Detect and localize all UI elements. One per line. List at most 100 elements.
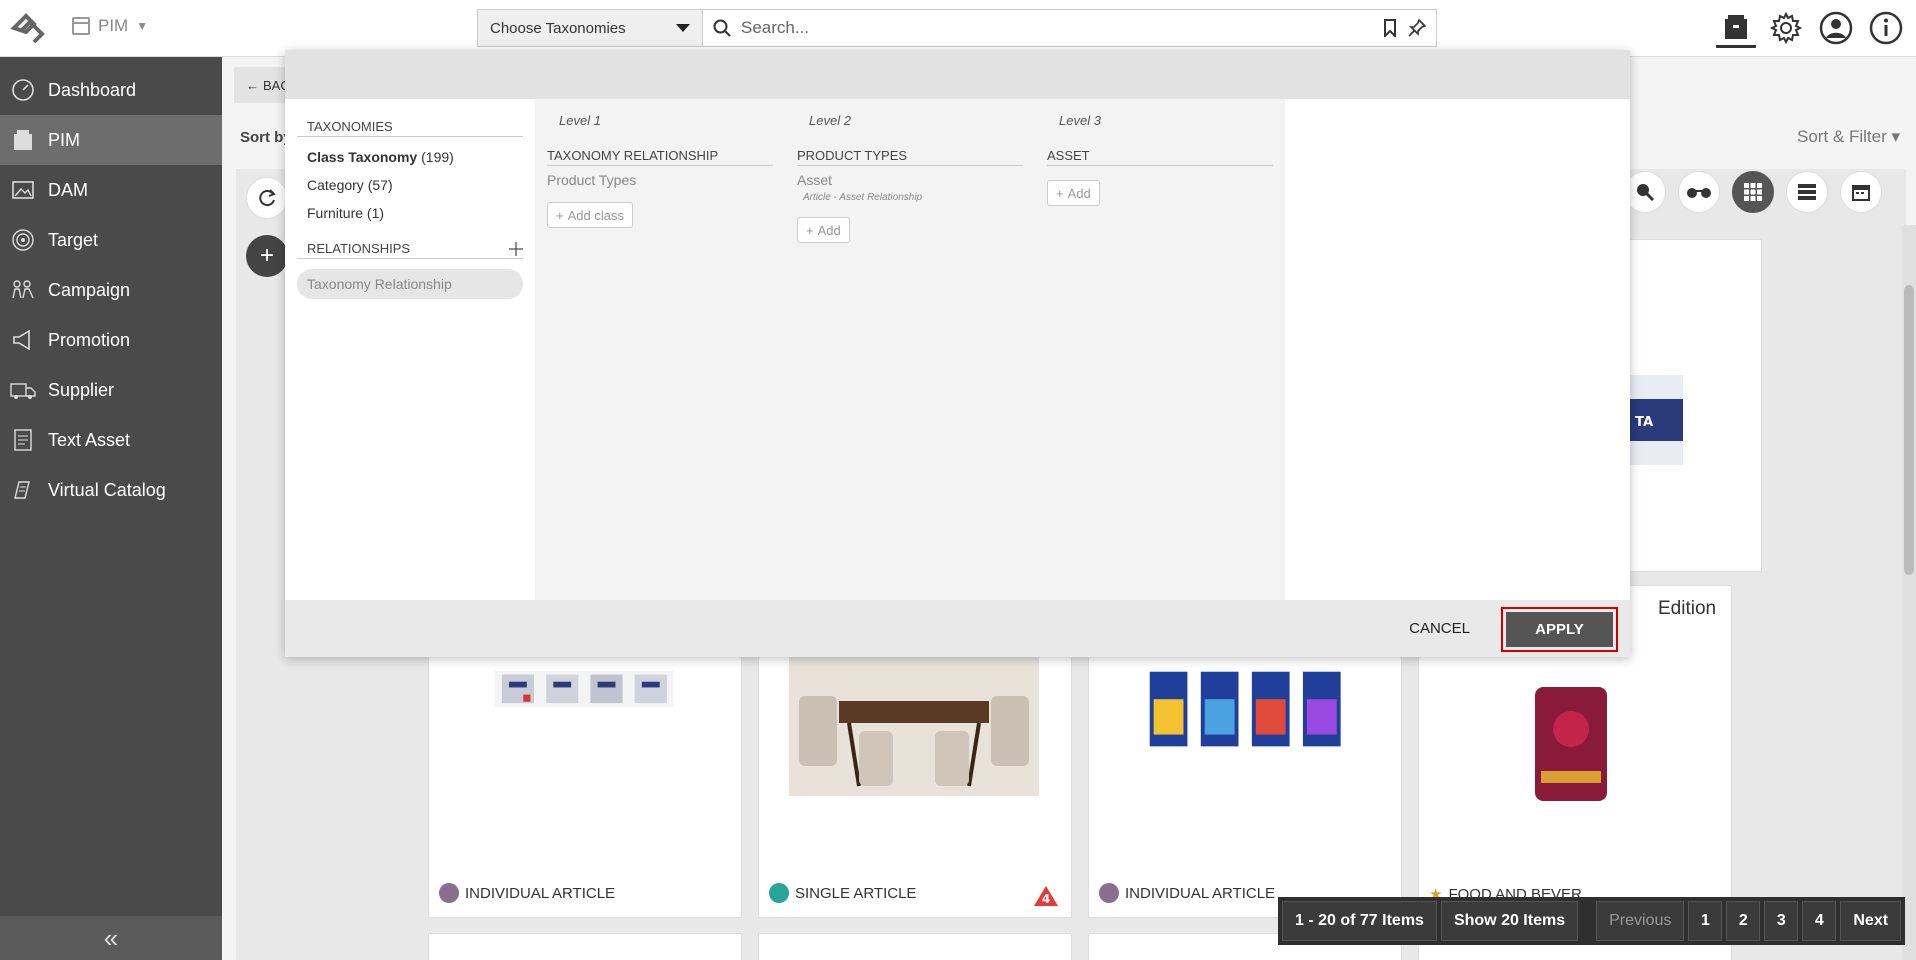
- sidebar-collapse-button[interactable]: «: [0, 916, 222, 960]
- card-type-label: SINGLE ARTICLE: [795, 884, 917, 902]
- card-type-label: INDIVIDUAL ARTICLE: [1125, 884, 1276, 902]
- relationships-heading: RELATIONSHIPS: [297, 241, 523, 259]
- virtual-catalog-icon: [10, 477, 36, 503]
- scrollbar-thumb[interactable]: [1904, 285, 1914, 575]
- taxonomies-title: TAXONOMIES: [307, 119, 393, 134]
- list-view-icon[interactable]: [1786, 171, 1828, 213]
- add-class-button[interactable]: + Add class: [547, 202, 633, 228]
- article-type-icon: [439, 883, 459, 903]
- dashboard-icon: [10, 77, 36, 103]
- sidebar-item-text-asset[interactable]: Text Asset: [0, 415, 222, 465]
- taxonomy-select[interactable]: Choose Taxonomies: [478, 10, 703, 46]
- level-label: Level 1: [559, 113, 601, 128]
- module-label: PIM: [98, 16, 129, 35]
- view-switcher: [1624, 171, 1882, 213]
- scrollbar[interactable]: [1902, 225, 1916, 960]
- add-label: Add: [1067, 185, 1091, 201]
- taxonomy-name: Class Taxonomy: [307, 149, 418, 165]
- pagination-bar: 1 - 20 of 77 Items Show 20 Items Previou…: [1278, 897, 1906, 945]
- sidebar-item-dam[interactable]: DAM: [0, 165, 222, 215]
- taxonomy-select-label: Choose Taxonomies: [490, 19, 626, 37]
- taxonomy-count: (1): [366, 205, 385, 221]
- refresh-icon: [259, 189, 276, 207]
- search-bar: Choose Taxonomies: [477, 9, 1437, 47]
- svg-text:TA: TA: [1635, 415, 1654, 430]
- card-footer: INDIVIDUAL ARTICLE: [1099, 883, 1275, 903]
- taxonomy-item-category[interactable]: Category (57): [297, 165, 523, 193]
- cancel-button[interactable]: CANCEL: [1409, 620, 1470, 637]
- level-heading: ASSET: [1047, 148, 1273, 166]
- previous-page-button[interactable]: Previous: [1596, 901, 1685, 941]
- page-size-selector[interactable]: Show 20 Items: [1440, 901, 1579, 941]
- sidebar-item-label: Campaign: [48, 279, 131, 300]
- top-right-icons: [1716, 8, 1906, 48]
- taxonomy-name: Furniture: [307, 205, 364, 221]
- level-label: Level 3: [1059, 113, 1101, 128]
- level-value[interactable]: Product Types: [547, 172, 773, 188]
- zoom-icon[interactable]: [1624, 171, 1666, 213]
- refresh-button[interactable]: [246, 177, 288, 219]
- product-card[interactable]: [758, 933, 1072, 960]
- bookmark-icon[interactable]: [1382, 19, 1398, 37]
- page-4-button[interactable]: 4: [1802, 901, 1837, 941]
- sidebar-item-virtual-catalog[interactable]: Virtual Catalog: [0, 465, 222, 515]
- card-footer: SINGLE ARTICLE: [769, 883, 916, 903]
- sidebar-item-pim[interactable]: PIM: [0, 115, 222, 165]
- add-item-button[interactable]: +: [246, 235, 288, 277]
- page-3-button[interactable]: 3: [1764, 901, 1799, 941]
- items-range-label: 1 - 20 of 77 Items: [1282, 901, 1437, 941]
- product-card[interactable]: [428, 933, 742, 960]
- page-2-button[interactable]: 2: [1726, 901, 1761, 941]
- taxonomy-item-furniture[interactable]: Furniture (1): [297, 193, 523, 221]
- gear-icon[interactable]: [1766, 8, 1806, 48]
- card-type-label: INDIVIDUAL ARTICLE: [465, 884, 616, 902]
- catalog-icon[interactable]: [1716, 8, 1756, 48]
- card-footer: INDIVIDUAL ARTICLE: [439, 883, 615, 903]
- page-1-button[interactable]: 1: [1688, 901, 1723, 941]
- apply-highlight: APPLY: [1501, 607, 1618, 652]
- level-value[interactable]: Asset: [797, 172, 1023, 188]
- dam-icon: [10, 177, 36, 203]
- taxonomies-heading: TAXONOMIES: [297, 119, 523, 137]
- module-switcher[interactable]: PIM ▼: [72, 16, 148, 36]
- relationship-item-taxonomy-relationship[interactable]: Taxonomy Relationship: [297, 269, 523, 299]
- warning-icon[interactable]: 4: [1033, 885, 1059, 907]
- supplier-icon: [10, 377, 36, 403]
- search-field: [703, 10, 1436, 46]
- add-level-3-button[interactable]: + Add: [1047, 180, 1100, 206]
- battery-set-image: [494, 671, 674, 707]
- sidebar-item-promotion[interactable]: Promotion: [0, 315, 222, 365]
- sidebar-item-label: Target: [48, 229, 99, 250]
- search-input[interactable]: [741, 18, 1372, 38]
- sidebar-item-supplier[interactable]: Supplier: [0, 365, 222, 415]
- info-icon[interactable]: [1866, 8, 1906, 48]
- level-1-column: Level 1 TAXONOMY RELATIONSHIP Product Ty…: [535, 99, 785, 600]
- apply-button[interactable]: APPLY: [1506, 612, 1613, 647]
- level-2-column: Level 2 PRODUCT TYPES Asset Article - As…: [785, 99, 1035, 600]
- sidebar-item-label: Supplier: [48, 379, 115, 400]
- glasses-icon[interactable]: [1678, 171, 1720, 213]
- level-subtitle: Article - Asset Relationship: [803, 192, 923, 203]
- sort-filter-toggle[interactable]: Sort & Filter ▾: [1797, 127, 1900, 147]
- sidebar-item-label: PIM: [48, 129, 81, 150]
- add-level-2-button[interactable]: + Add: [797, 217, 850, 243]
- sidebar-item-label: DAM: [48, 179, 88, 200]
- plus-icon: +: [1056, 185, 1064, 201]
- sidebar: Dashboard PIM DAM Target Campaign Promot…: [0, 57, 222, 960]
- sidebar-item-target[interactable]: Target: [0, 215, 222, 265]
- taxonomies-pane: TAXONOMIES Class Taxonomy (199) Category…: [285, 99, 535, 600]
- taxonomy-item-class-taxonomy[interactable]: Class Taxonomy (199): [297, 137, 523, 165]
- sidebar-item-dashboard[interactable]: Dashboard: [0, 65, 222, 115]
- pin-icon[interactable]: [1408, 19, 1426, 37]
- double-chevron-left-icon: «: [103, 922, 119, 953]
- app-logo-icon[interactable]: [6, 8, 50, 48]
- calendar-icon[interactable]: [1840, 171, 1882, 213]
- grid-view-icon[interactable]: [1732, 171, 1774, 213]
- sidebar-item-label: Promotion: [48, 329, 131, 350]
- arrow-left-icon: ←: [246, 77, 259, 93]
- campaign-icon: [10, 277, 36, 303]
- user-icon[interactable]: [1816, 8, 1856, 48]
- add-relationship-icon[interactable]: [509, 241, 523, 256]
- sidebar-item-campaign[interactable]: Campaign: [0, 265, 222, 315]
- next-page-button[interactable]: Next: [1840, 901, 1902, 941]
